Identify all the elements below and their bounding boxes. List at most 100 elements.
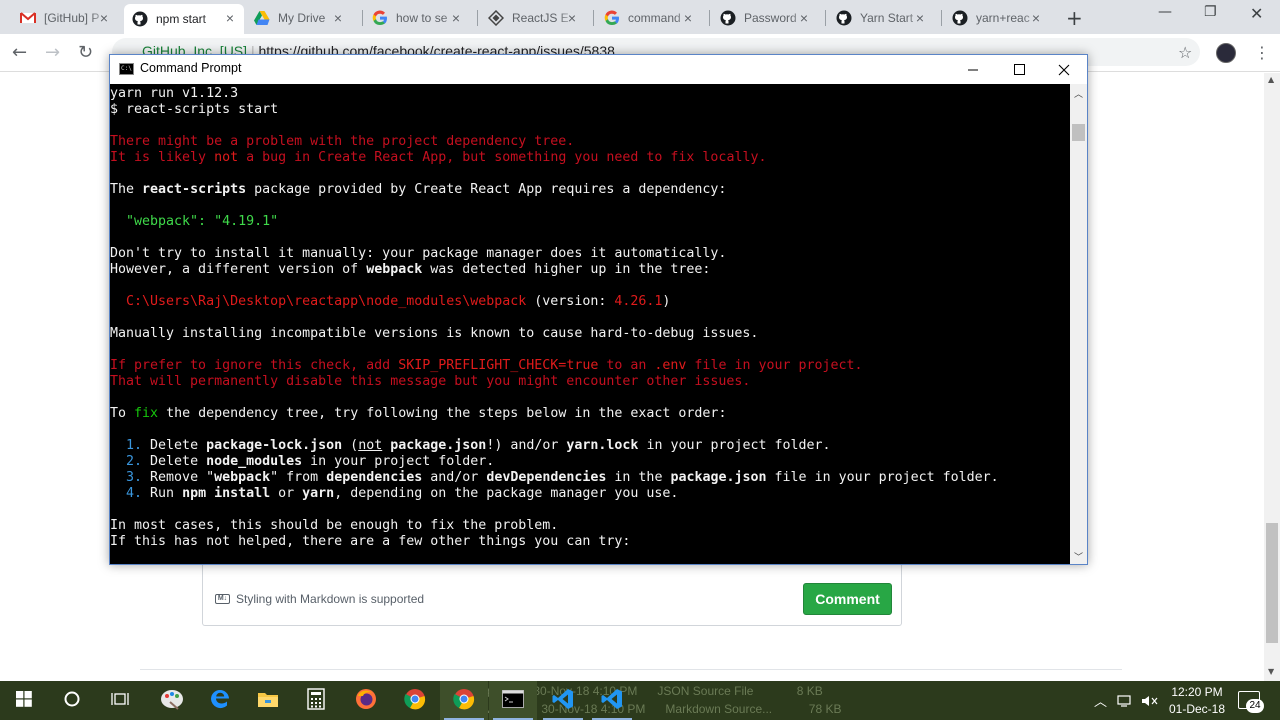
- scroll-down-arrow-icon[interactable]: ﹀: [1074, 550, 1083, 563]
- console-line: There might be a problem with the projec…: [110, 134, 575, 149]
- console-line: Manually installing incompatible version…: [110, 326, 759, 341]
- console-line: "webpack": "4.19.1": [110, 214, 279, 229]
- taskbar-app-vscode[interactable]: [539, 681, 587, 720]
- close-icon[interactable]: ×: [226, 10, 234, 26]
- tab-my-drive[interactable]: My Drive ×: [246, 4, 352, 32]
- tab-yarn-start[interactable]: Yarn Start ×: [828, 4, 934, 32]
- new-tab-button[interactable]: +: [1066, 6, 1083, 30]
- taskbar-app-calculator[interactable]: [292, 681, 340, 720]
- window-title: Command Prompt: [140, 61, 242, 75]
- system-clock[interactable]: 12:20 PM 01-Dec-18: [1162, 684, 1232, 718]
- console-line: That will permanently disable this messa…: [110, 374, 751, 389]
- console-line: To fix the dependency tree, try followin…: [110, 406, 727, 421]
- close-icon[interactable]: ×: [568, 10, 576, 26]
- github-icon: [720, 10, 736, 26]
- vscode-icon: [601, 688, 623, 713]
- comment-button[interactable]: Comment: [803, 583, 892, 615]
- bookmark-star-icon[interactable]: ☆: [1178, 43, 1192, 62]
- browser-close-button[interactable]: ✕: [1250, 4, 1263, 23]
- console-line: It is likely not a bug in Create React A…: [110, 150, 767, 165]
- chrome-icon: [404, 688, 426, 713]
- terminal-icon: [502, 690, 524, 711]
- tab-reactjs[interactable]: ReactJS E ×: [480, 4, 586, 32]
- tab-password[interactable]: Password ×: [712, 4, 818, 32]
- maximize-button[interactable]: [996, 55, 1042, 84]
- close-icon[interactable]: ×: [334, 10, 342, 26]
- taskbar-app-vscode-2[interactable]: [588, 681, 636, 720]
- page-scrollbar[interactable]: ▲ ▼: [1264, 73, 1280, 681]
- scroll-up-arrow-icon[interactable]: ︿: [1074, 87, 1083, 100]
- calculator-icon: [307, 688, 325, 713]
- network-icon[interactable]: [1117, 681, 1133, 720]
- reactjs-icon: [488, 10, 504, 26]
- divider: [140, 669, 1122, 670]
- back-arrow-icon[interactable]: ←: [12, 42, 27, 63]
- task-view-button[interactable]: [96, 681, 144, 720]
- cortana-circle-icon: [64, 691, 80, 710]
- close-icon[interactable]: ×: [916, 10, 924, 26]
- close-icon[interactable]: ×: [452, 10, 460, 26]
- scrollbar-thumb[interactable]: [1072, 124, 1085, 141]
- reload-icon[interactable]: ↻: [78, 42, 93, 63]
- clock-time: 12:20 PM: [1171, 685, 1223, 699]
- console-output[interactable]: yarn run v1.12.3 $ react-scripts start T…: [110, 84, 1070, 564]
- browser-minimize-button[interactable]: —: [1158, 4, 1172, 20]
- console-scrollbar[interactable]: ︿ ﹀: [1070, 84, 1087, 564]
- close-icon[interactable]: ×: [684, 10, 692, 26]
- browser-tab-bar: [GitHub] P × npm start × My Drive × how …: [0, 0, 1280, 34]
- console-line: yarn run v1.12.3: [110, 86, 239, 101]
- taskbar-app-edge[interactable]: [196, 681, 244, 720]
- github-icon: [952, 10, 968, 26]
- firefox-icon: [355, 688, 377, 713]
- cmd-app-icon: C:\: [119, 63, 134, 75]
- console-line: 4. Run npm install or yarn, depending on…: [110, 486, 679, 501]
- notification-count-badge: 24: [1246, 699, 1264, 713]
- gmail-icon: [20, 10, 36, 26]
- markdown-icon: M↓: [215, 594, 230, 604]
- forward-arrow-icon[interactable]: →: [45, 42, 60, 63]
- browser-restore-button[interactable]: ❐: [1204, 4, 1217, 20]
- profile-avatar[interactable]: [1216, 43, 1236, 63]
- taskbar-app-file-explorer[interactable]: [244, 681, 292, 720]
- console-line: 2. Delete node_modules in your project f…: [110, 454, 495, 469]
- cmd-titlebar[interactable]: C:\ Command Prompt: [110, 55, 1087, 84]
- chrome-icon: [453, 688, 475, 713]
- close-icon[interactable]: ×: [1032, 10, 1040, 26]
- edge-icon: [209, 688, 231, 713]
- volume-mute-icon[interactable]: [1141, 681, 1159, 720]
- tab-gmail[interactable]: [GitHub] P ×: [12, 4, 118, 32]
- google-icon: [604, 10, 620, 26]
- chevron-up-icon[interactable]: ︿: [1094, 681, 1107, 720]
- taskbar-app-command-prompt[interactable]: [489, 681, 537, 720]
- scrollbar-thumb[interactable]: [1266, 523, 1278, 643]
- github-icon: [132, 11, 148, 27]
- taskbar-app-chrome[interactable]: [391, 681, 439, 720]
- windows-logo-icon: [16, 691, 32, 710]
- tab-command[interactable]: command ×: [596, 4, 702, 32]
- search-button[interactable]: [48, 681, 96, 720]
- taskbar-app-firefox[interactable]: [342, 681, 390, 720]
- paint-palette-icon: [160, 688, 184, 713]
- taskbar-app-paint[interactable]: [148, 681, 196, 720]
- console-line: The react-scripts package provided by Cr…: [110, 182, 727, 197]
- tab-npm-start[interactable]: npm start ×: [124, 4, 244, 34]
- close-icon[interactable]: ×: [100, 10, 108, 26]
- close-icon[interactable]: ×: [800, 10, 808, 26]
- taskbar-app-chrome-active[interactable]: [440, 681, 488, 720]
- scroll-down-arrow-icon[interactable]: ▼: [1268, 667, 1274, 676]
- console-line: If prefer to ignore this check, add SKIP…: [110, 358, 863, 373]
- close-button[interactable]: [1041, 55, 1087, 84]
- scroll-up-arrow-icon[interactable]: ▲: [1268, 75, 1274, 84]
- start-button[interactable]: [0, 681, 48, 720]
- markdown-note: M↓ Styling with Markdown is supported: [215, 592, 424, 606]
- console-line: $ react-scripts start: [110, 102, 279, 117]
- minimize-button[interactable]: [950, 55, 996, 84]
- github-icon: [836, 10, 852, 26]
- clock-date: 01-Dec-18: [1168, 702, 1226, 716]
- google-icon: [372, 10, 388, 26]
- tab-yarn-react[interactable]: yarn+reac ×: [944, 4, 1050, 32]
- comment-form: M↓ Styling with Markdown is supported Co…: [202, 552, 902, 626]
- tab-how-to-se[interactable]: how to se ×: [364, 4, 470, 32]
- console-line: Don't try to install it manually: your p…: [110, 246, 727, 261]
- kebab-menu-icon[interactable]: ⋮: [1254, 43, 1270, 62]
